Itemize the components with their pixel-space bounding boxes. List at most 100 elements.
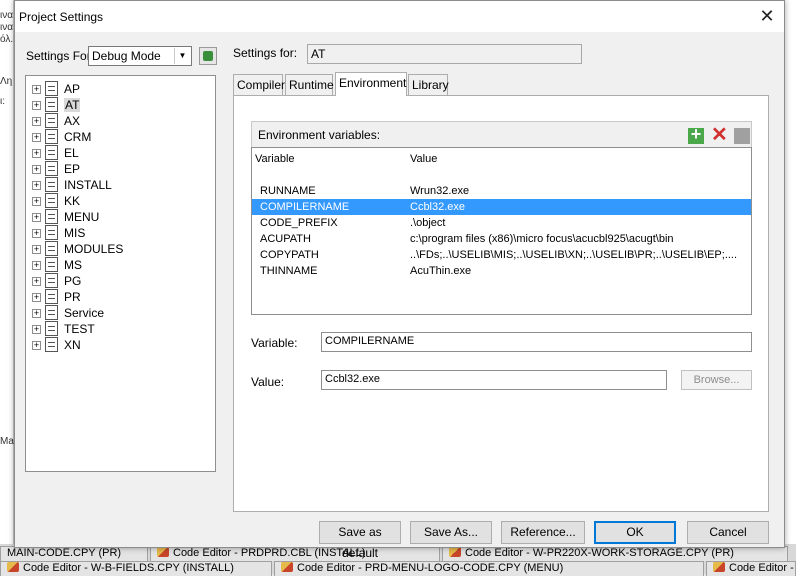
document-icon [45, 273, 58, 288]
env-row[interactable]: CODE_PREFIX .\object [252, 215, 751, 231]
document-icon [45, 177, 58, 192]
expand-icon[interactable]: + [32, 213, 41, 222]
save-as-button[interactable]: Save As... [410, 521, 492, 544]
env-row[interactable]: COMPILERNAME Ccbl32.exe [252, 199, 751, 215]
tab-environment[interactable]: Environment [335, 72, 407, 96]
background-editor-left: ινα ινα όλ.Γ Λη ι: Ma [0, 0, 19, 548]
document-icon [45, 257, 58, 272]
document-icon [45, 161, 58, 176]
env-row[interactable]: RUNNAME Wrun32.exe [252, 183, 751, 199]
env-variable-name: RUNNAME [260, 185, 316, 197]
expand-icon[interactable]: + [32, 85, 41, 94]
mode-select[interactable]: Debug Mode ▼ [88, 46, 192, 66]
tree-item-label: MODULES [64, 242, 124, 256]
bg-fragment: Ma [0, 436, 14, 447]
apply-settings-icon[interactable] [199, 47, 217, 65]
document-icon [45, 289, 58, 304]
editor-tab[interactable]: Code Editor - PRDPRD.CBL (INSTALL) [150, 546, 440, 561]
expand-icon[interactable]: + [32, 165, 41, 174]
document-icon [45, 209, 58, 224]
env-variable-name: COPYPATH [260, 249, 319, 261]
tree-item-label: PG [64, 274, 82, 288]
background-editor-tabs: MAIN-CODE.CPY (PR) Code Editor - PRDPRD.… [0, 544, 796, 576]
env-row[interactable]: COPYPATH ..\FDs;..\USELIB\MIS;..\USELIB\X… [252, 247, 751, 263]
document-icon [45, 305, 58, 320]
tree-item-label: MENU [64, 210, 100, 224]
save-as-default-button[interactable]: Save as default [319, 521, 401, 560]
document-icon [45, 241, 58, 256]
tree-item-label: EP [64, 162, 81, 176]
variable-input[interactable]: COMPILERNAME [321, 332, 752, 352]
delete-variable-icon[interactable]: ✕ [711, 125, 728, 145]
project-tree[interactable]: + AP + AT + AX + CRM + EL + EP + INSTALL + KK + MENU + MIS +… [25, 75, 216, 472]
document-icon [45, 113, 58, 128]
disabled-action-icon[interactable] [734, 128, 750, 144]
editor-tab[interactable]: Code Editor - W-PR220X-WORK-STORAGE.CPY … [442, 546, 788, 561]
document-icon [45, 145, 58, 160]
environment-variables-header: Environment variables: ✕ [251, 121, 752, 147]
env-variable-value: ..\FDs;..\USELIB\MIS;..\USELIB\XN;..\USE… [410, 249, 738, 261]
tree-item-label: AT [64, 98, 81, 112]
expand-icon[interactable]: + [32, 197, 41, 206]
tree-item-label: AP [64, 82, 81, 96]
tree-item-label: INSTALL [64, 178, 112, 192]
settings-for-project-field: AT [307, 44, 582, 64]
expand-icon[interactable]: + [32, 229, 41, 238]
document-icon [45, 225, 58, 240]
value-input[interactable]: Ccbl32.exe [321, 370, 667, 390]
settings-for-label: Settings For: [26, 49, 95, 63]
expand-icon[interactable]: + [32, 117, 41, 126]
expand-icon[interactable]: + [32, 341, 41, 350]
expand-icon[interactable]: + [32, 277, 41, 286]
env-variable-name: THINNAME [260, 265, 318, 277]
environment-variables-list[interactable]: Variable Value RUNNAME Wrun32.exe COMPILER… [251, 147, 752, 315]
code-editor-icon [449, 547, 461, 557]
tab-library[interactable]: Library [408, 74, 449, 95]
settings-for-project-label: Settings for: [233, 46, 298, 60]
tab-compiler[interactable]: Compiler [233, 74, 285, 95]
list-header[interactable]: Variable Value [252, 151, 751, 167]
chevron-down-icon[interactable]: ▼ [174, 48, 190, 64]
add-variable-icon[interactable] [688, 124, 704, 145]
column-variable[interactable]: Variable [255, 153, 295, 165]
code-editor-icon [157, 547, 169, 557]
expand-icon[interactable]: + [32, 325, 41, 334]
column-value[interactable]: Value [410, 153, 750, 165]
expand-icon[interactable]: + [32, 309, 41, 318]
editor-tab[interactable]: MAIN-CODE.CPY (PR) [0, 546, 148, 561]
ok-button[interactable]: OK [594, 521, 676, 544]
env-variable-name: COMPILERNAME [260, 201, 350, 213]
env-row[interactable]: THINNAME AcuThin.exe [252, 263, 751, 279]
expand-icon[interactable]: + [32, 261, 41, 270]
browse-button[interactable]: Browse... [681, 370, 752, 390]
env-variable-name: ACUPATH [260, 233, 311, 245]
expand-icon[interactable]: + [32, 181, 41, 190]
cancel-button[interactable]: Cancel [687, 521, 769, 544]
expand-icon[interactable]: + [32, 133, 41, 142]
env-variable-value: AcuThin.exe [410, 265, 472, 277]
tree-item-label: MIS [64, 226, 86, 240]
tree-item-label: EL [64, 146, 79, 160]
tree-item-label: XN [64, 338, 81, 352]
tree-item-label: KK [64, 194, 81, 208]
tab-runtime[interactable]: Runtime [285, 74, 334, 95]
env-variable-name: CODE_PREFIX [260, 217, 338, 229]
tree-item-label: Service [64, 306, 105, 320]
tree-item-label: PR [64, 290, 81, 304]
code-editor-icon [281, 562, 293, 572]
expand-icon[interactable]: + [32, 293, 41, 302]
title-bar: Project Settings ✕ [15, 1, 784, 32]
value-label: Value: [251, 375, 285, 389]
document-icon [45, 193, 58, 208]
reference-button[interactable]: Reference... [501, 521, 585, 544]
expand-icon[interactable]: + [32, 101, 41, 110]
tree-item-label: TEST [64, 322, 95, 336]
expand-icon[interactable]: + [32, 245, 41, 254]
expand-icon[interactable]: + [32, 149, 41, 158]
env-row[interactable]: ACUPATH c:\program files (x86)\micro focu… [252, 231, 751, 247]
variable-label: Variable: [251, 336, 298, 350]
bg-fragment: ινα [0, 22, 14, 33]
code-editor-icon [713, 562, 725, 572]
bg-fragment: ινα [0, 10, 14, 21]
close-icon[interactable]: ✕ [750, 1, 784, 32]
